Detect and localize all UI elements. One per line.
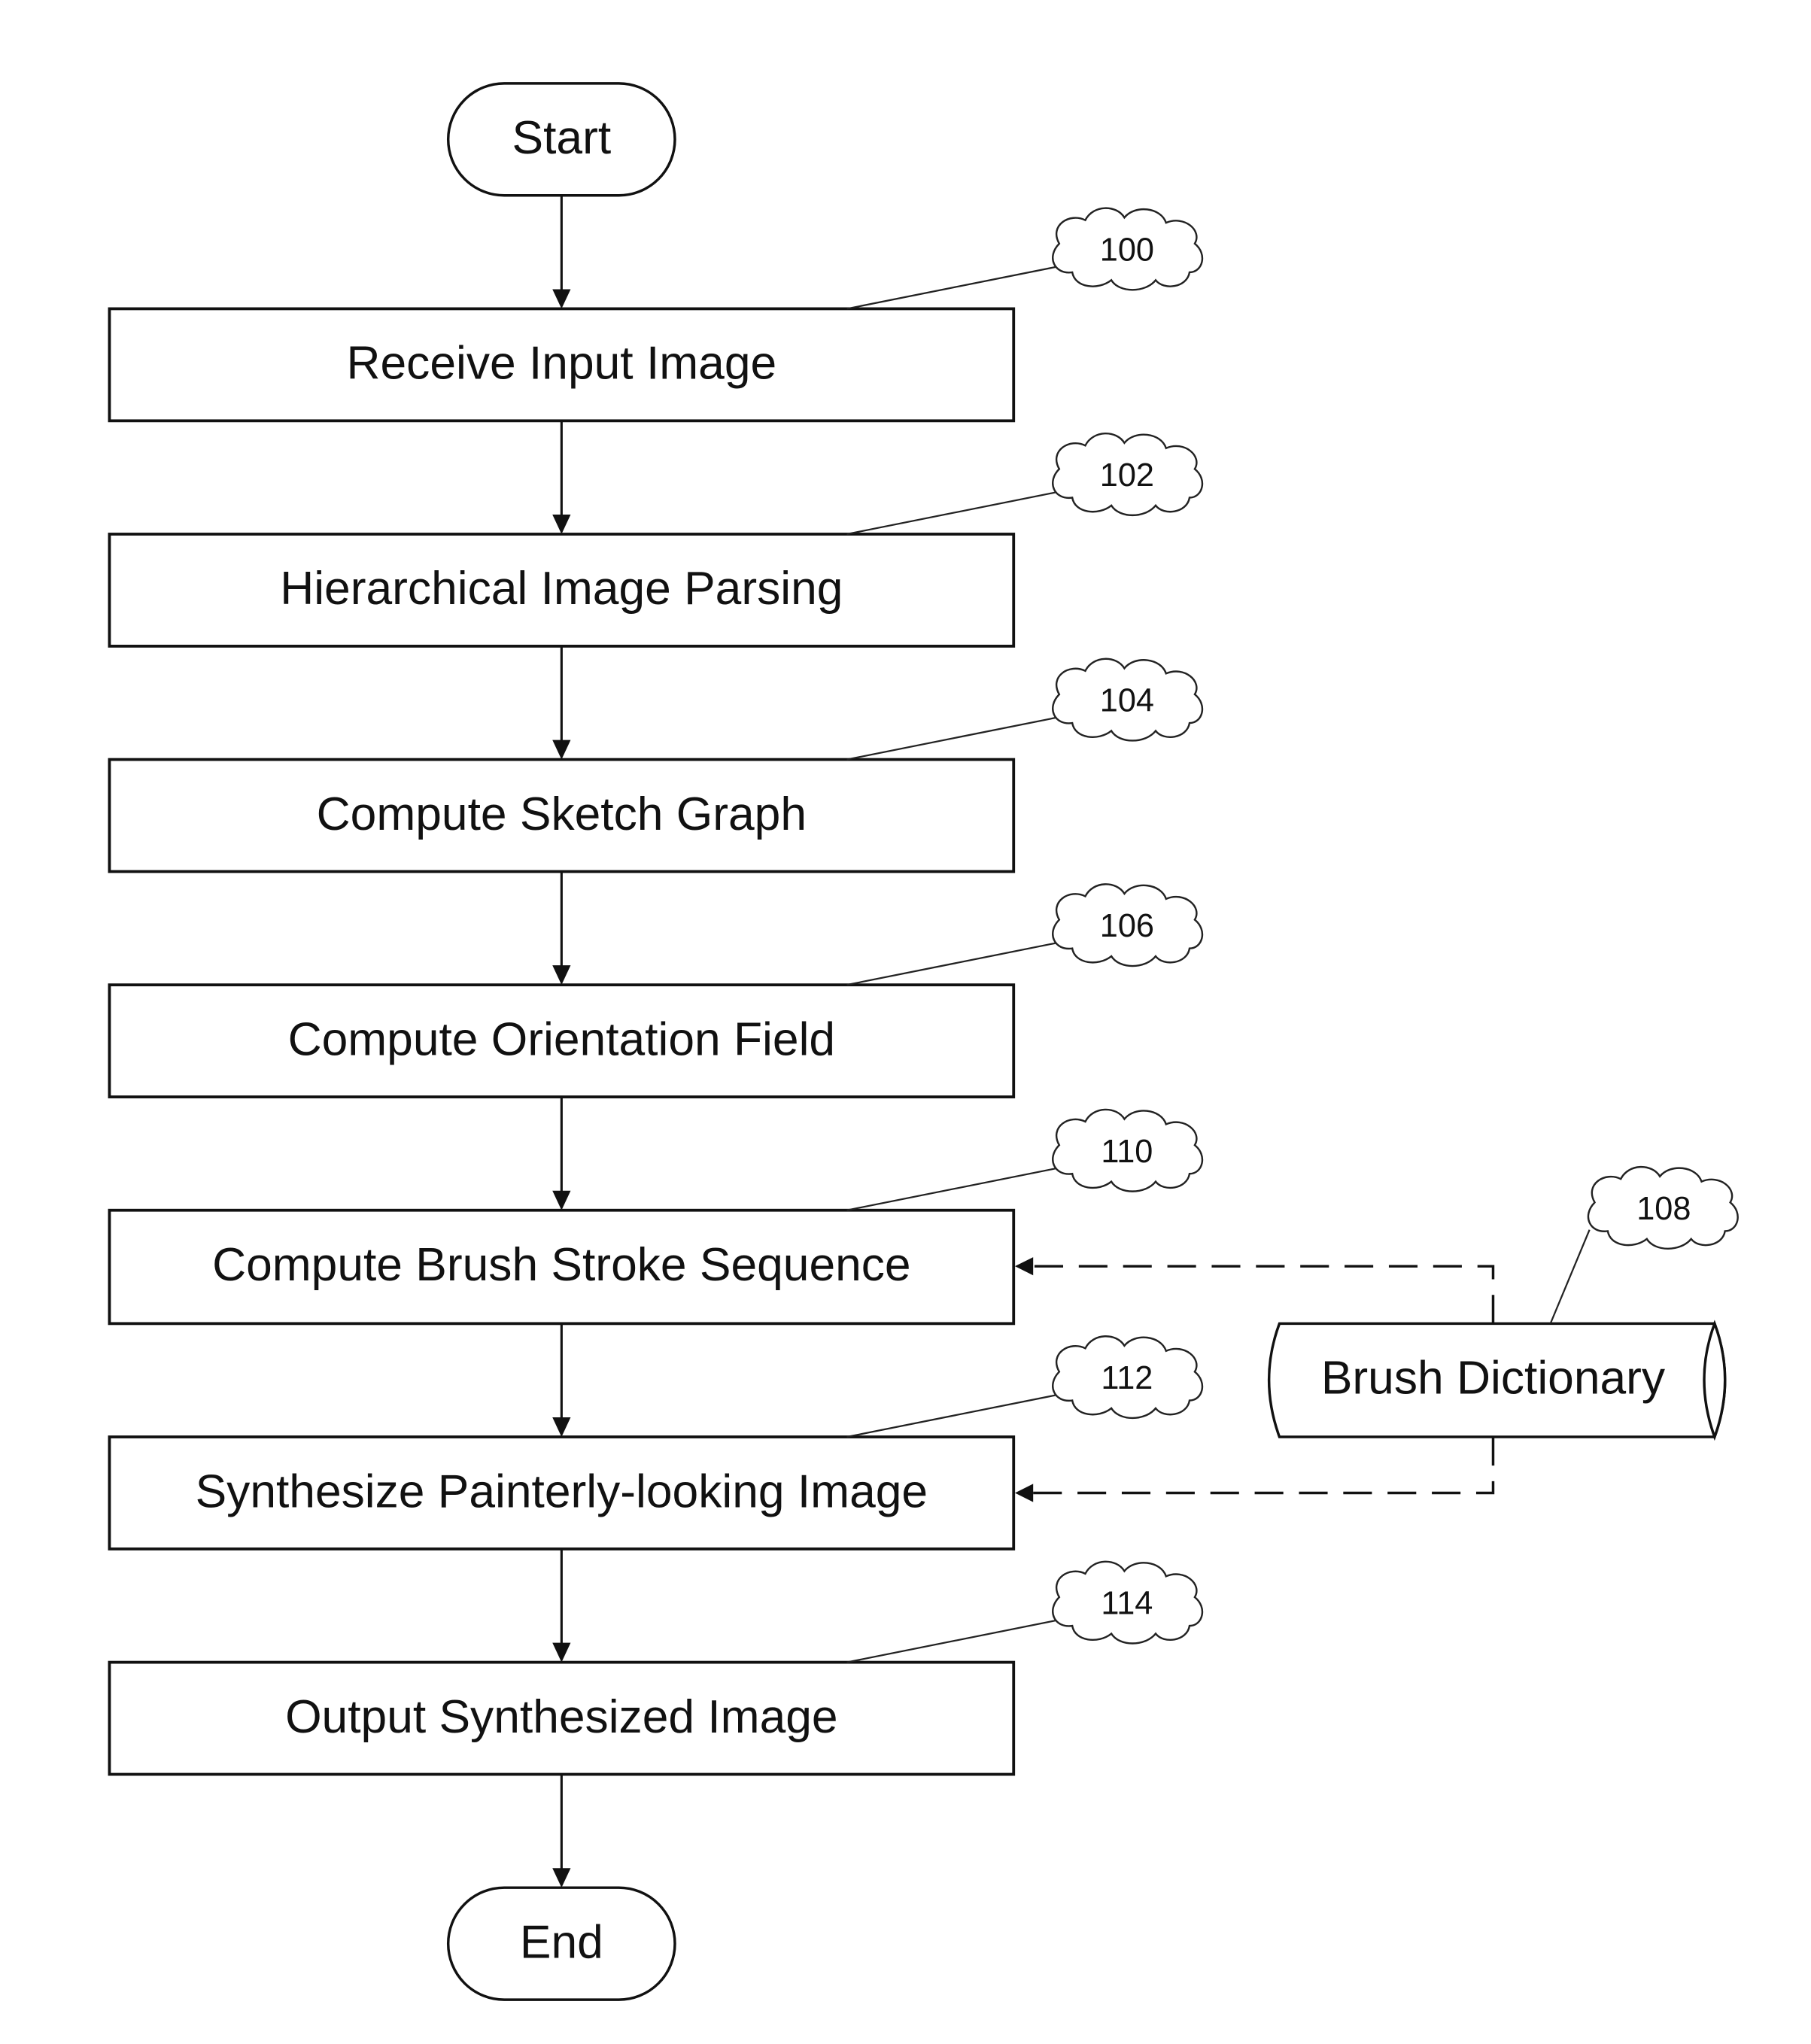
leader-line xyxy=(846,1620,1056,1663)
ref-number: 104 xyxy=(1100,683,1154,719)
arrowhead xyxy=(552,965,571,986)
leader-line xyxy=(846,717,1056,761)
step-label: Receive Input Image xyxy=(347,338,777,390)
arrowhead xyxy=(1014,1484,1034,1502)
ref-number: 110 xyxy=(1101,1134,1153,1170)
arrowhead xyxy=(552,1190,571,1210)
step-output-synthesized-image: Output Synthesized Image xyxy=(108,1660,1016,1776)
ref-number: 108 xyxy=(1636,1191,1691,1227)
callout-110: 110 xyxy=(846,1108,1204,1211)
flowchart-diagram: Start Receive Input Image Hierarchical I… xyxy=(108,82,1739,2001)
callout-106: 106 xyxy=(846,883,1204,986)
step-label: Compute Orientation Field xyxy=(288,1013,836,1065)
arrowhead xyxy=(552,289,571,309)
step-label: Output Synthesized Image xyxy=(285,1691,838,1743)
callout-114: 114 xyxy=(846,1560,1204,1663)
ref-number: 100 xyxy=(1100,232,1154,268)
leader-line xyxy=(846,1168,1056,1211)
leader-line xyxy=(1549,1229,1591,1324)
leader-line xyxy=(846,1394,1056,1438)
arrowhead xyxy=(552,740,571,760)
start-label: Start xyxy=(512,112,612,164)
end-terminal: End xyxy=(446,1886,676,2001)
brush-dictionary-datastore: Brush Dictionary xyxy=(1267,1320,1727,1441)
step-compute-orientation-field: Compute Orientation Field xyxy=(108,983,1016,1098)
edge-dictionary-stroke xyxy=(1032,1265,1495,1324)
ref-number: 102 xyxy=(1100,457,1154,494)
step-synthesize-painterly-image: Synthesize Painterly-looking Image xyxy=(108,1435,1016,1550)
callout-104: 104 xyxy=(846,658,1204,761)
arrowhead xyxy=(552,1868,571,1888)
end-label: End xyxy=(520,1916,603,1968)
ref-number: 114 xyxy=(1101,1586,1153,1622)
step-label: Compute Brush Stroke Sequence xyxy=(212,1239,911,1291)
callout-100: 100 xyxy=(846,207,1204,310)
step-hierarchical-image-parsing: Hierarchical Image Parsing xyxy=(108,533,1016,648)
start-terminal: Start xyxy=(446,82,676,197)
leader-line xyxy=(846,491,1056,536)
step-compute-brush-stroke-sequence: Compute Brush Stroke Sequence xyxy=(108,1208,1016,1326)
edge-dictionary-synthesize xyxy=(1032,1437,1495,1495)
step-label: Synthesize Painterly-looking Image xyxy=(196,1465,928,1517)
step-receive-input-image: Receive Input Image xyxy=(108,307,1016,423)
arrowhead xyxy=(1014,1257,1034,1276)
callout-112: 112 xyxy=(846,1335,1204,1438)
arrowhead xyxy=(552,515,571,534)
datastore-label: Brush Dictionary xyxy=(1321,1353,1666,1405)
step-compute-sketch-graph: Compute Sketch Graph xyxy=(108,758,1016,873)
leader-line xyxy=(846,266,1056,310)
arrowhead xyxy=(552,1417,571,1438)
ref-number: 112 xyxy=(1101,1360,1153,1396)
step-label: Hierarchical Image Parsing xyxy=(280,563,843,615)
arrowhead xyxy=(552,1642,571,1663)
callout-108: 108 xyxy=(1549,1165,1739,1324)
step-label: Compute Sketch Graph xyxy=(317,788,807,840)
callout-102: 102 xyxy=(846,432,1204,536)
ref-number: 106 xyxy=(1100,908,1154,944)
leader-line xyxy=(846,942,1056,986)
